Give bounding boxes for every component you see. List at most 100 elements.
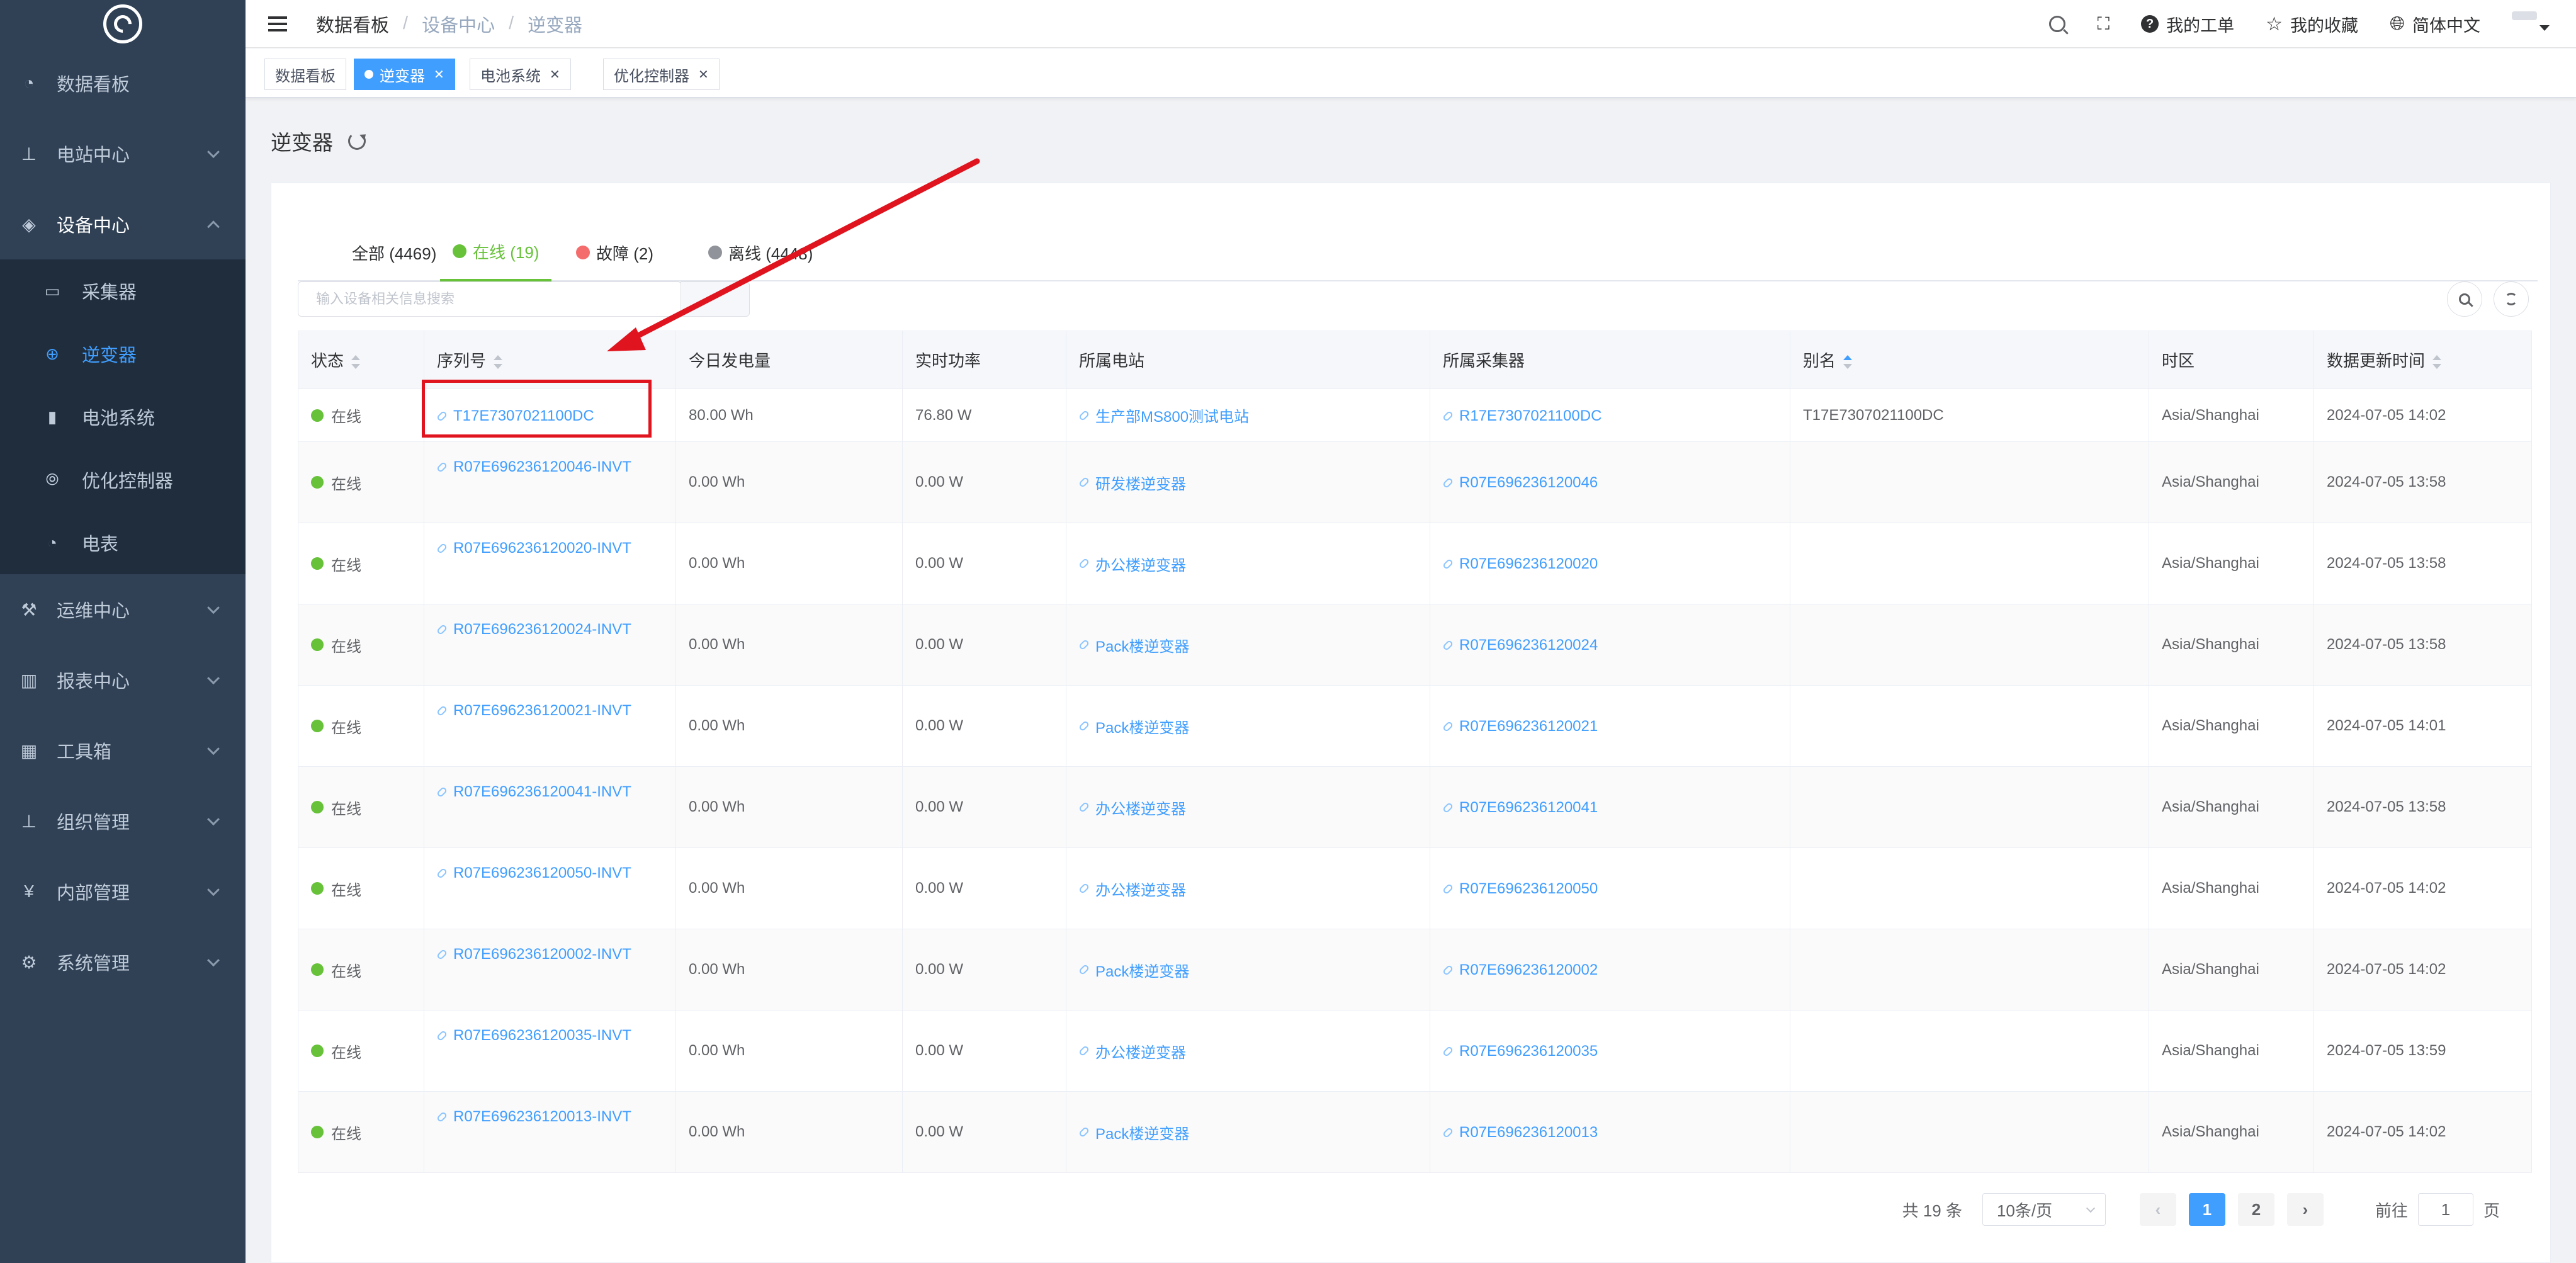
search-button[interactable] bbox=[2049, 16, 2066, 32]
station-link[interactable]: 办公楼逆变器 bbox=[1078, 878, 1186, 900]
station-link[interactable]: 办公楼逆变器 bbox=[1078, 553, 1186, 575]
goto-page-input[interactable] bbox=[2417, 1193, 2473, 1226]
cell-serial[interactable]: R07E696236120002-INVT bbox=[424, 929, 676, 1011]
collector-link[interactable]: R17E7307021100DC bbox=[1442, 407, 1602, 425]
table-row[interactable]: 在线 R07E696236120046-INVT 0.00 Wh 0.00 W 研发楼逆… bbox=[298, 441, 2532, 523]
breadcrumb-item[interactable]: 数据看板 bbox=[316, 11, 389, 37]
sidebar-item-battery[interactable]: ▮ 电池系统 bbox=[0, 385, 246, 448]
sidebar-item-device-center[interactable]: ◈ 设备中心 bbox=[0, 189, 246, 259]
cell-collector[interactable]: R07E696236120050 bbox=[1430, 847, 1790, 929]
sidebar-item-dashboard[interactable]: ◔ 数据看板 bbox=[0, 48, 246, 118]
table-row[interactable]: 在线 R07E696236120002-INVT 0.00 Wh 0.00 W Pack… bbox=[298, 929, 2532, 1011]
cell-station[interactable]: Pack楼逆变器 bbox=[1066, 685, 1430, 767]
search-submit-button[interactable] bbox=[681, 281, 750, 317]
cell-station[interactable]: Pack楼逆变器 bbox=[1066, 929, 1430, 1011]
collector-link[interactable]: R07E696236120050 bbox=[1442, 880, 1598, 898]
tag-inverter[interactable]: 逆变器 ✕ bbox=[354, 59, 455, 90]
sidebar-item-toolbox[interactable]: ▦ 工具箱 bbox=[0, 715, 246, 786]
table-row[interactable]: 在线 T17E7307021100DC 80.00 Wh 76.80 W 生产部MS80… bbox=[298, 388, 2532, 442]
sidebar-item-meter[interactable]: ◔ 电表 bbox=[0, 511, 246, 574]
refresh-table-button[interactable] bbox=[2494, 281, 2529, 317]
collector-link[interactable]: R07E696236120046 bbox=[1442, 474, 1598, 492]
my-favorites-link[interactable]: ☆ 我的收藏 bbox=[2266, 12, 2358, 37]
station-link[interactable]: 办公楼逆变器 bbox=[1078, 1040, 1186, 1062]
column-header-alias[interactable]: 别名 bbox=[1790, 331, 2149, 389]
station-link[interactable]: 生产部MS800测试电站 bbox=[1078, 404, 1249, 426]
sidebar-item-internal-management[interactable]: ¥ 内部管理 bbox=[0, 856, 246, 927]
serial-link[interactable]: R07E696236120021-INVT bbox=[436, 702, 631, 720]
sidebar-item-station-center[interactable]: ⊥ 电站中心 bbox=[0, 118, 246, 189]
table-row[interactable]: 在线 R07E696236120020-INVT 0.00 Wh 0.00 W 办公楼逆… bbox=[298, 523, 2532, 604]
close-icon[interactable]: ✕ bbox=[550, 67, 560, 82]
serial-link[interactable]: R07E696236120046-INVT bbox=[436, 458, 631, 476]
fullscreen-button[interactable]: ⛶ bbox=[2097, 14, 2110, 35]
tag-optimizer[interactable]: 优化控制器 ✕ bbox=[603, 59, 720, 90]
collector-link[interactable]: R07E696236120035 bbox=[1442, 1043, 1598, 1060]
cell-station[interactable]: Pack楼逆变器 bbox=[1066, 1091, 1430, 1173]
serial-link[interactable]: R07E696236120050-INVT bbox=[436, 864, 631, 882]
cell-station[interactable]: 生产部MS800测试电站 bbox=[1066, 388, 1430, 442]
serial-link[interactable]: R07E696236120035-INVT bbox=[436, 1027, 631, 1045]
page-size-select[interactable]: 10条/页 bbox=[1982, 1193, 2106, 1226]
close-icon[interactable]: ✕ bbox=[698, 67, 709, 82]
column-header-serial[interactable]: 序列号 bbox=[424, 331, 676, 389]
tab-all[interactable]: 全部 (4469) bbox=[339, 224, 449, 281]
cell-serial[interactable]: R07E696236120013-INVT bbox=[424, 1091, 676, 1173]
table-row[interactable]: 在线 R07E696236120041-INVT 0.00 Wh 0.00 W 办公楼逆… bbox=[298, 766, 2532, 848]
serial-link[interactable]: T17E7307021100DC bbox=[436, 407, 594, 425]
sidebar-item-system-management[interactable]: ⚙ 系统管理 bbox=[0, 927, 246, 997]
sidebar-item-inverter[interactable]: ⊕ 逆变器 bbox=[0, 322, 246, 385]
hamburger-icon[interactable] bbox=[268, 16, 287, 31]
app-logo[interactable] bbox=[0, 0, 246, 48]
page-button[interactable]: 2 bbox=[2237, 1193, 2274, 1226]
search-input[interactable] bbox=[298, 282, 682, 316]
sidebar-item-collector[interactable]: ▭ 采集器 bbox=[0, 259, 246, 322]
sidebar-item-org-management[interactable]: ⊥ 组织管理 bbox=[0, 786, 246, 856]
sidebar-item-optimizer[interactable]: ⦾ 优化控制器 bbox=[0, 448, 246, 511]
cell-station[interactable]: 办公楼逆变器 bbox=[1066, 766, 1430, 848]
cell-collector[interactable]: R07E696236120046 bbox=[1430, 441, 1790, 523]
cell-station[interactable]: 办公楼逆变器 bbox=[1066, 523, 1430, 604]
refresh-icon[interactable] bbox=[348, 132, 366, 150]
column-header-status[interactable]: 状态 bbox=[298, 331, 424, 389]
table-row[interactable]: 在线 R07E696236120035-INVT 0.00 Wh 0.00 W 办公楼逆… bbox=[298, 1010, 2532, 1092]
serial-link[interactable]: R07E696236120041-INVT bbox=[436, 783, 631, 801]
my-tickets-link[interactable]: ? 我的工单 bbox=[2141, 12, 2234, 37]
cell-collector[interactable]: R07E696236120041 bbox=[1430, 766, 1790, 848]
cell-station[interactable]: 研发楼逆变器 bbox=[1066, 441, 1430, 523]
tab-fault[interactable]: 故障 (2) bbox=[563, 224, 666, 281]
cell-collector[interactable]: R07E696236120035 bbox=[1430, 1010, 1790, 1092]
cell-collector[interactable]: R07E696236120013 bbox=[1430, 1091, 1790, 1173]
table-row[interactable]: 在线 R07E696236120013-INVT 0.00 Wh 0.00 W Pack… bbox=[298, 1091, 2532, 1173]
cell-station[interactable]: 办公楼逆变器 bbox=[1066, 1010, 1430, 1092]
table-row[interactable]: 在线 R07E696236120024-INVT 0.00 Wh 0.00 W Pack… bbox=[298, 604, 2532, 686]
collector-link[interactable]: R07E696236120013 bbox=[1442, 1124, 1598, 1141]
language-selector[interactable]: 🌐︎ 简体中文 bbox=[2390, 12, 2480, 37]
table-row[interactable]: 在线 R07E696236120050-INVT 0.00 Wh 0.00 W 办公楼逆… bbox=[298, 847, 2532, 929]
cell-serial[interactable]: T17E7307021100DC bbox=[424, 388, 676, 442]
close-icon[interactable]: ✕ bbox=[434, 67, 444, 82]
cell-collector[interactable]: R07E696236120021 bbox=[1430, 685, 1790, 767]
serial-link[interactable]: R07E696236120024-INVT bbox=[436, 621, 631, 638]
cell-serial[interactable]: R07E696236120020-INVT bbox=[424, 523, 676, 604]
station-link[interactable]: Pack楼逆变器 bbox=[1078, 1121, 1189, 1143]
cell-collector[interactable]: R07E696236120002 bbox=[1430, 929, 1790, 1011]
collector-link[interactable]: R07E696236120041 bbox=[1442, 799, 1598, 817]
tab-offline[interactable]: 离线 (4448) bbox=[696, 224, 825, 281]
tab-online[interactable]: 在线 (19) bbox=[440, 224, 552, 281]
next-page-button[interactable]: › bbox=[2286, 1193, 2324, 1226]
station-link[interactable]: Pack楼逆变器 bbox=[1078, 634, 1189, 656]
collector-link[interactable]: R07E696236120021 bbox=[1442, 718, 1598, 735]
sidebar-item-ops-center[interactable]: ⚒ 运维中心 bbox=[0, 574, 246, 645]
station-link[interactable]: Pack楼逆变器 bbox=[1078, 715, 1189, 737]
cell-collector[interactable]: R17E7307021100DC bbox=[1430, 388, 1790, 442]
cell-collector[interactable]: R07E696236120020 bbox=[1430, 523, 1790, 604]
search-toggle-button[interactable] bbox=[2447, 281, 2482, 317]
collector-link[interactable]: R07E696236120020 bbox=[1442, 555, 1598, 573]
cell-serial[interactable]: R07E696236120041-INVT bbox=[424, 766, 676, 848]
user-menu[interactable] bbox=[2512, 11, 2550, 37]
collector-link[interactable]: R07E696236120002 bbox=[1442, 961, 1598, 979]
cell-station[interactable]: 办公楼逆变器 bbox=[1066, 847, 1430, 929]
cell-station[interactable]: Pack楼逆变器 bbox=[1066, 604, 1430, 686]
prev-page-button[interactable]: ‹ bbox=[2139, 1193, 2176, 1226]
